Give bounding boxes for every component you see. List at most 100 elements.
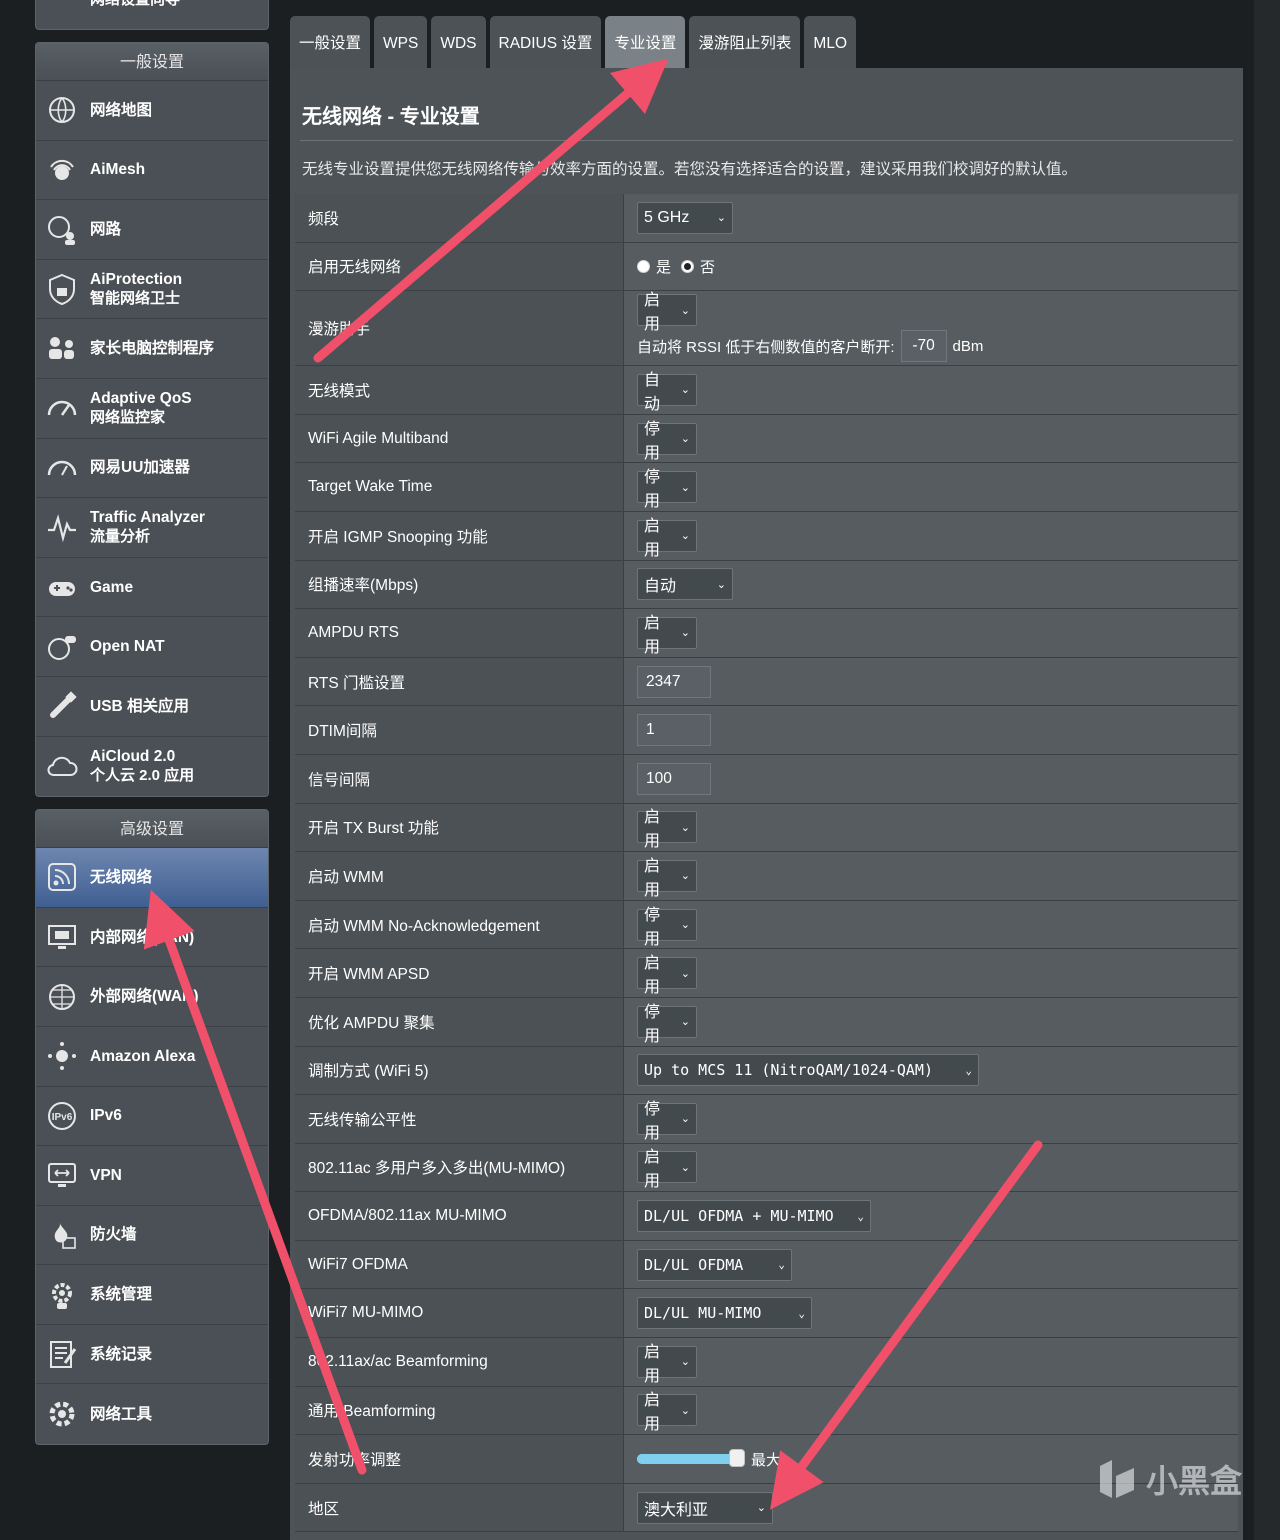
admin-gear-icon (42, 1275, 82, 1315)
rssi-input[interactable]: -70 (900, 330, 947, 363)
sidebar-item-general-8[interactable]: Game (36, 558, 268, 618)
beamforming-universal-value-cell: 启用 ⌄ (624, 1386, 1238, 1435)
region-select[interactable]: 澳大利亚 ⌄ (637, 1491, 773, 1524)
usb-icon (42, 686, 82, 726)
sidebar-item-label: AiProtection (90, 271, 183, 289)
sidebar-item-advanced-9[interactable]: 网络工具 (36, 1384, 268, 1444)
sidebar-item-general-0[interactable]: 网络地图 (36, 81, 268, 141)
setup-wizard-stub[interactable]: 网络设置向导 (35, 0, 269, 30)
sidebar-item-general-4[interactable]: 家长电脑控制程序 (36, 319, 268, 379)
tx-power-slider-thumb[interactable] (729, 1449, 745, 1468)
tab-1[interactable]: WPS (374, 16, 428, 68)
igmp-select[interactable]: 启用 ⌄ (637, 518, 697, 559)
tx-power-label: 发射功率调整 (295, 1435, 624, 1483)
firewall-icon (42, 1215, 82, 1255)
sidebar-item-general-10[interactable]: USB 相关应用 (36, 677, 268, 737)
ampdu-rts-value-cell: 启用 ⌄ (624, 609, 1238, 657)
ampdu-agg-select[interactable]: 停用 ⌄ (637, 1004, 697, 1045)
tx-power-slider-fill (637, 1454, 741, 1465)
sidebar-item-text: VPN (90, 1166, 122, 1185)
beamforming-universal-select[interactable]: 启用 ⌄ (637, 1392, 697, 1433)
region-label: 地区 (295, 1483, 624, 1532)
select-value: 启用 (644, 517, 661, 559)
sidebar-item-label: Open NAT (90, 638, 165, 656)
sidebar-item-advanced-5[interactable]: VPN (36, 1146, 268, 1206)
system-log-icon (42, 1334, 82, 1374)
sidebar-item-text: AiCloud 2.0 个人云 2.0 应用 (90, 747, 194, 785)
sidebar-item-advanced-1[interactable]: 内部网络(LAN) (36, 908, 268, 968)
mu-mimo-ac-select[interactable]: 启用 ⌄ (637, 1149, 697, 1190)
sidebar-item-general-2[interactable]: 网路 (36, 200, 268, 260)
sidebar-item-general-3[interactable]: AiProtection 智能网络卫士 (36, 260, 268, 320)
agile-multiband-label: WiFi Agile Multiband (295, 414, 624, 463)
sidebar-item-general-11[interactable]: AiCloud 2.0 个人云 2.0 应用 (36, 737, 268, 797)
network-users-icon (42, 209, 82, 249)
beacon-input[interactable]: 100 (637, 762, 711, 795)
wifi7-ofdma-select[interactable]: DL/UL OFDMA ⌄ (637, 1248, 792, 1281)
wmm-noack-select[interactable]: 停用 ⌄ (637, 907, 697, 948)
tx-burst-select[interactable]: 启用 ⌄ (637, 809, 697, 850)
dtim-input[interactable]: 1 (637, 714, 711, 747)
chevron-down-icon: ⌄ (680, 384, 690, 397)
wmm-apsd-label: 开启 WMM APSD (295, 949, 624, 997)
twt-select[interactable]: 停用 ⌄ (637, 469, 697, 510)
sidebar: 网络设置向导 一般设置 网络地图 AiMesh 网路 AiProtection智能网络… (35, 0, 269, 1457)
tab-2[interactable]: WDS (431, 16, 486, 68)
sidebar-item-advanced-2[interactable]: 外部网络(WAN) (36, 967, 268, 1027)
wifi7-ofdma-label: WiFi7 OFDMA (295, 1240, 624, 1289)
setup-wizard-label: 网络设置向导 (90, 0, 180, 9)
tx-power-slider[interactable] (637, 1449, 745, 1468)
row-multicast-rate: 组播速率(Mbps) 自动 ⌄ (295, 560, 1238, 610)
airtime-fairness-select[interactable]: 停用 ⌄ (637, 1101, 697, 1142)
band-select[interactable]: 5 GHz ⌄ (637, 201, 733, 234)
sidebar-item-label: 防火墙 (90, 1226, 137, 1244)
rts-threshold-input[interactable]: 2347 (637, 665, 711, 698)
sidebar-item-advanced-6[interactable]: 防火墙 (36, 1206, 268, 1266)
tab-4[interactable]: 专业设置 (605, 16, 686, 68)
wmm-noack-label: 启动 WMM No-Acknowledgement (295, 900, 624, 949)
sidebar-item-advanced-7[interactable]: 系统管理 (36, 1265, 268, 1325)
wifi7-mumimo-label: WiFi7 MU-MIMO (295, 1289, 624, 1338)
sidebar-item-general-1[interactable]: AiMesh (36, 141, 268, 201)
sidebar-item-general-6[interactable]: 网易UU加速器 (36, 439, 268, 499)
select-value: 自动 (644, 371, 661, 413)
wifi7-mumimo-select[interactable]: DL/UL MU-MIMO ⌄ (637, 1297, 812, 1330)
tab-0[interactable]: 一般设置 (290, 16, 371, 68)
ampdu-rts-select[interactable]: 启用 ⌄ (637, 615, 697, 656)
sidebar-item-text: 系统记录 (90, 1345, 152, 1364)
parental-control-icon (42, 329, 82, 369)
wmm-select[interactable]: 启用 ⌄ (637, 858, 697, 899)
sidebar-item-general-7[interactable]: Traffic Analyzer 流量分析 (36, 498, 268, 558)
modulation-label: 调制方式 (WiFi 5) (295, 1046, 624, 1095)
sidebar-item-advanced-8[interactable]: 系统记录 (36, 1325, 268, 1385)
tab-5[interactable]: 漫游阻止列表 (689, 16, 801, 68)
row-beacon: 信号间隔 100 (295, 754, 1238, 804)
tab-6[interactable]: MLO (804, 16, 856, 68)
chevron-down-icon: ⌄ (965, 1063, 972, 1077)
wmm-apsd-select[interactable]: 启用 ⌄ (637, 955, 697, 996)
wireless-mode-select[interactable]: 自动 ⌄ (637, 372, 697, 413)
cloud-icon (42, 746, 82, 786)
roaming-select[interactable]: 启用 ⌄ (637, 292, 697, 333)
sidebar-item-general-5[interactable]: Adaptive QoS 网络监控家 (36, 379, 268, 439)
svg-text:IPv6: IPv6 (52, 1112, 73, 1123)
enable-wireless-no-radio[interactable] (681, 259, 695, 273)
chevron-down-icon: ⌄ (680, 870, 690, 883)
tab-3[interactable]: RADIUS 设置 (489, 16, 602, 68)
band-label: 频段 (295, 194, 624, 242)
multicast-rate-select[interactable]: 自动 ⌄ (637, 568, 733, 601)
modulation-select[interactable]: Up to MCS 11 (NitroQAM/1024-QAM) ⌄ (637, 1054, 979, 1087)
enable-wireless-yes-radio[interactable] (637, 259, 650, 273)
sidebar-item-general-9[interactable]: Open NAT (36, 617, 268, 677)
sidebar-item-advanced-3[interactable]: Amazon Alexa (36, 1027, 268, 1087)
sidebar-item-advanced-4[interactable]: IPv6 IPv6 (36, 1087, 268, 1147)
beamforming-axac-select[interactable]: 启用 ⌄ (637, 1344, 697, 1385)
ofdma-ax-select[interactable]: DL/UL OFDMA + MU-MIMO ⌄ (637, 1200, 871, 1233)
select-value: 停用 (644, 1100, 661, 1142)
sidebar-item-label: 系统管理 (90, 1286, 153, 1304)
sidebar-item-sublabel: 流量分析 (90, 528, 151, 546)
sidebar-item-advanced-0[interactable]: 无线网络 (36, 848, 268, 908)
agile-multiband-select[interactable]: 停用 ⌄ (637, 421, 697, 462)
tx-power-value-label: 最大 (751, 1451, 782, 1469)
sidebar-item-label: 内部网络(LAN) (90, 928, 195, 946)
